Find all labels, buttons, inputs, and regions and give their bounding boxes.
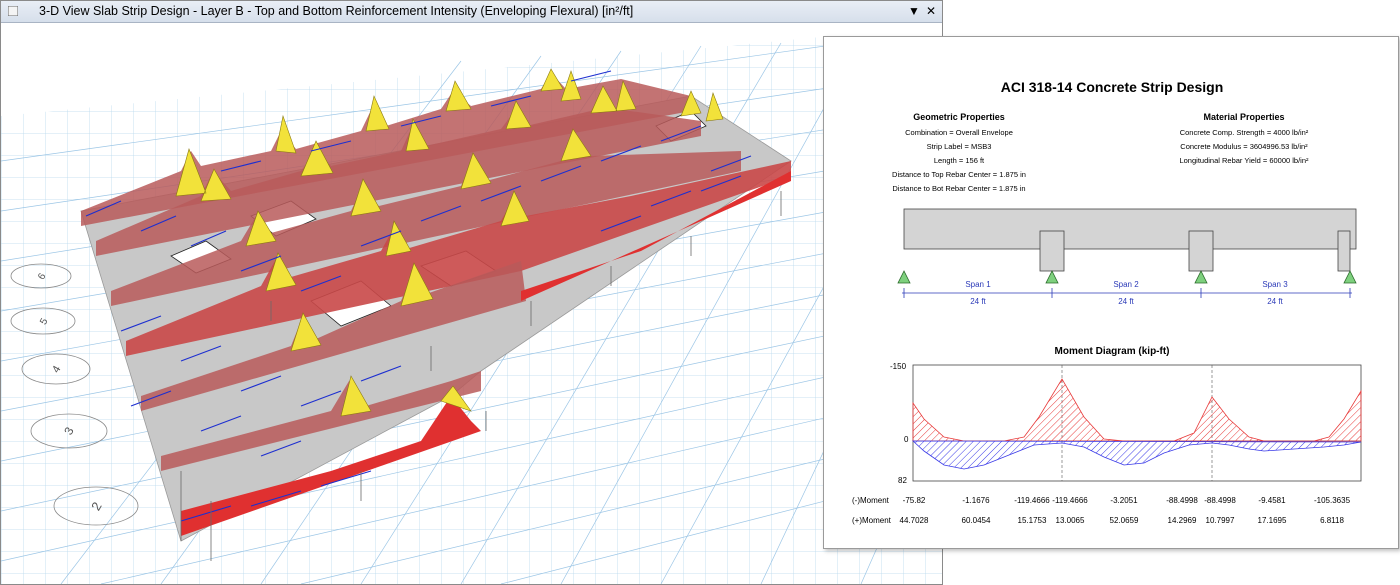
span-length: 24 ft: [1267, 297, 1283, 306]
negative-moment-value: -88.4998: [1204, 496, 1236, 505]
report-title: ACI 318-14 Concrete Strip Design: [1000, 79, 1224, 95]
span-name: Span 3: [1262, 280, 1288, 289]
geometric-line: Combination = Overall Envelope: [905, 128, 1013, 137]
negative-moment-value: -119.4666: [1052, 496, 1088, 505]
span-length: 24 ft: [1118, 297, 1134, 306]
negative-moment-value: -1.1676: [962, 496, 990, 505]
chevron-down-icon[interactable]: ▼: [906, 3, 922, 19]
moment-diagram: [911, 364, 1362, 482]
material-line: Longitudinal Rebar Yield = 60000 lb/in²: [1179, 156, 1309, 165]
positive-moment-value: 13.0065: [1055, 516, 1085, 525]
material-line: Concrete Comp. Strength = 4000 lb/in²: [1179, 128, 1309, 137]
negative-moment-value: -9.4581: [1258, 496, 1286, 505]
geometric-heading: Geometric Properties: [913, 112, 1005, 122]
strip-elevation: [897, 208, 1357, 298]
positive-moment-value: 10.7997: [1205, 516, 1235, 525]
negative-moment-value: -75.82: [902, 496, 926, 505]
span-name: Span 1: [965, 280, 991, 289]
span-length: 24 ft: [970, 297, 986, 306]
negative-moment-label: (-)Moment: [852, 496, 889, 505]
window-titlebar[interactable]: 3-D View Slab Strip Design - Layer B - T…: [1, 1, 942, 23]
span-name: Span 2: [1113, 280, 1139, 289]
view-icon: [8, 6, 18, 16]
close-icon[interactable]: ✕: [923, 3, 939, 19]
positive-moment-value: 52.0659: [1109, 516, 1139, 525]
material-line: Concrete Modulus = 3604996.53 lb/in²: [1180, 142, 1308, 151]
view-window: 3-D View Slab Strip Design - Layer B - T…: [0, 0, 943, 585]
positive-moment-value: 44.7028: [899, 516, 929, 525]
negative-moment-value: -105.3635: [1313, 496, 1351, 505]
geometric-line: Distance to Bot Rebar Center = 1.875 in: [892, 184, 1026, 193]
window-title: 3-D View Slab Strip Design - Layer B - T…: [39, 4, 634, 18]
strip-design-report: ACI 318-14 Concrete Strip Design Geometr…: [823, 36, 1399, 549]
positive-moment-value: 60.0454: [961, 516, 991, 525]
geometric-line: Strip Label = MSB3: [926, 142, 992, 151]
positive-moment-value: 6.8118: [1320, 516, 1344, 525]
moment-diagram-title: Moment Diagram (kip-ft): [1054, 346, 1170, 357]
negative-moment-value: -3.2051: [1110, 496, 1138, 505]
model-canvas: 6 5 4 3 2: [1, 36, 942, 584]
geometric-line: Distance to Top Rebar Center = 1.875 in: [892, 170, 1026, 179]
model-3d-view[interactable]: 6 5 4 3 2: [1, 23, 942, 584]
geometric-line: Length = 156 ft: [933, 156, 985, 165]
positive-moment-value: 17.1695: [1257, 516, 1287, 525]
material-heading: Material Properties: [1203, 112, 1285, 122]
